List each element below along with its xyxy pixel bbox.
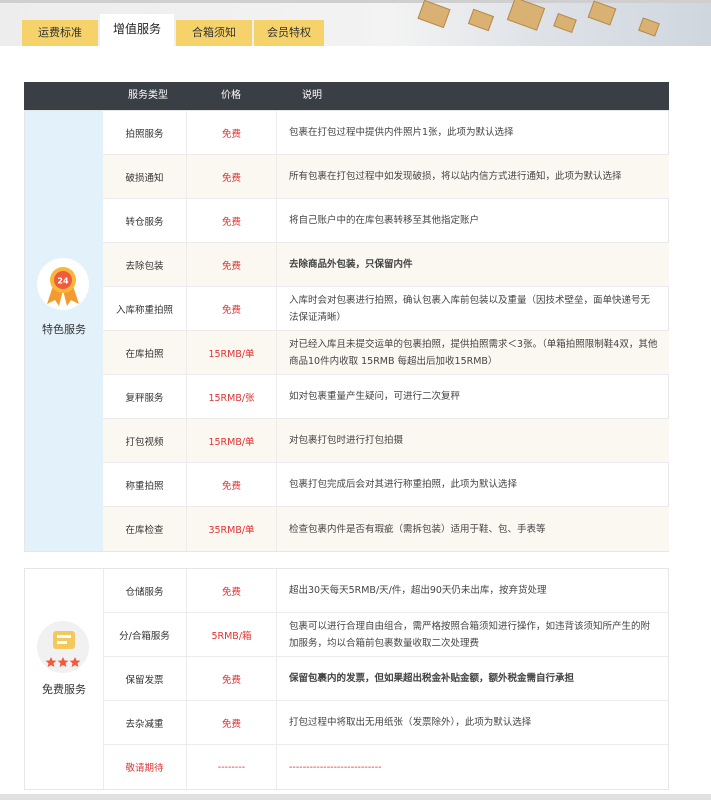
thumbs-up-stars-icon	[37, 621, 89, 673]
service-description: 包裹可以进行合理自由组合，需严格按照合箱须知进行操作，如违背该须知所产生的附加服…	[289, 620, 651, 649]
service-name: 复秤服务	[103, 375, 187, 418]
service-price: 15RMB/单	[187, 419, 277, 462]
service-name: 敬请期待	[103, 745, 187, 789]
service-price: 15RMB/张	[187, 375, 277, 418]
featured-services-section: 24 特色服务 拍照服务 免费 包裹在打包过程中提供内件照片1张，此项为默认选择 破…	[24, 110, 669, 552]
service-description: 保留包裹内的发票，但如果超出税金补贴金额，额外税金需自行承担	[289, 673, 575, 684]
tab-member-benefits[interactable]: 会员特权	[254, 20, 324, 46]
table-row: 拍照服务 免费 包裹在打包过程中提供内件照片1张，此项为默认选择	[103, 111, 669, 155]
service-description: 超出30天每天5RMB/天/件，超出90天仍未出库，按弃货处理	[289, 585, 547, 596]
featured-services-title: 特色服务	[42, 323, 86, 336]
service-price: 5RMB/箱	[187, 613, 277, 656]
service-name: 仓储服务	[103, 569, 187, 612]
table-row: 入库称重拍照 免费 入库时会对包裹进行拍照，确认包裹入库前包装以及重量（因技术壁垒，…	[103, 287, 669, 331]
table-row: 在库检查 35RMB/单 检查包裹内件是否有瑕疵（需拆包装）适用于鞋、包、手表等	[103, 507, 669, 551]
service-price: 免费	[187, 463, 277, 506]
service-description: ---------------------------	[289, 761, 382, 773]
service-price: 免费	[187, 155, 277, 198]
medal-badge-icon: 24	[37, 258, 89, 310]
service-name: 破损通知	[103, 155, 187, 198]
badge-number: 24	[57, 277, 69, 286]
table-row: 称重拍照 免费 包裹打包完成后会对其进行称重拍照，此项为默认选择	[103, 463, 669, 507]
table-row: 在库拍照 15RMB/单 对已经入库且未提交运单的包裹拍照，提供拍照需求＜3张。（单…	[103, 331, 669, 375]
header-price: 价格	[221, 90, 241, 101]
tab-value-added-services[interactable]: 增值服务	[100, 14, 174, 46]
service-description: 打包过程中将取出无用纸张（发票除外），此项为默认选择	[289, 717, 532, 728]
service-description: 如对包裹重量产生疑问，可进行二次复秤	[289, 391, 461, 402]
service-description: 将自己账户中的在库包裹转移至其他指定账户	[289, 215, 480, 226]
service-price: 免费	[187, 657, 277, 700]
box-decoration	[506, 0, 546, 31]
featured-services-sidebar: 24 特色服务	[25, 111, 103, 551]
header-service-type: 服务类型	[128, 90, 168, 101]
service-price: 35RMB/单	[187, 507, 277, 551]
table-row: 去除包装 免费 去除商品外包装，只保留内件	[103, 243, 669, 287]
service-description: 包裹打包完成后会对其进行称重拍照，此项为默认选择	[289, 479, 518, 490]
service-price: 免费	[187, 287, 277, 330]
service-price: 15RMB/单	[187, 331, 277, 374]
tab-shipping-rates[interactable]: 运费标准	[22, 20, 98, 46]
service-price: --------	[187, 745, 277, 789]
service-name: 在库检查	[103, 507, 187, 551]
table-row: 打包视频 15RMB/单 对包裹打包时进行打包拍摄	[103, 419, 669, 463]
table-row: 转仓服务 免费 将自己账户中的在库包裹转移至其他指定账户	[103, 199, 669, 243]
table-row: 保留发票 免费 保留包裹内的发票，但如果超出税金补贴金额，额外税金需自行承担	[103, 657, 669, 701]
banner-header: 运费标准 增值服务 合箱须知 会员特权	[0, 0, 711, 46]
service-price: 免费	[187, 701, 277, 744]
service-price: 免费	[187, 243, 277, 286]
service-description: 入库时会对包裹进行拍照，确认包裹入库前包装以及重量（因技术壁垒，面单快递号无法保…	[289, 294, 651, 323]
bottom-border	[0, 794, 711, 800]
table-row: 仓储服务 免费 超出30天每天5RMB/天/件，超出90天仍未出库，按弃货处理	[103, 569, 669, 613]
box-decoration	[638, 17, 660, 37]
service-description: 检查包裹内件是否有瑕疵（需拆包装）适用于鞋、包、手表等	[289, 523, 546, 535]
box-decoration	[587, 0, 617, 26]
service-name: 打包视频	[103, 419, 187, 462]
service-description: 去除商品外包装，只保留内件	[289, 259, 413, 270]
service-description: 对包裹打包时进行打包拍摄	[289, 435, 404, 446]
service-name: 在库拍照	[103, 331, 187, 374]
box-decoration	[553, 13, 577, 33]
service-description: 所有包裹在打包过程中如发现破损，将以站内信方式进行通知，此项为默认选择	[289, 171, 622, 182]
service-description: 对已经入库且未提交运单的包裹拍照，提供拍照需求＜3张。（单箱拍照限制鞋4双，其他…	[289, 338, 658, 367]
service-description: 包裹在打包过程中提供内件照片1张，此项为默认选择	[289, 127, 514, 138]
table-row: 复秤服务 15RMB/张 如对包裹重量产生疑问，可进行二次复秤	[103, 375, 669, 419]
header-description: 说明	[302, 90, 322, 101]
service-price: 免费	[187, 199, 277, 242]
top-border	[0, 0, 711, 3]
service-price: 免费	[187, 111, 277, 154]
box-decoration	[417, 0, 451, 29]
service-name: 保留发票	[103, 657, 187, 700]
service-name: 拍照服务	[103, 111, 187, 154]
page: 运费标准 增值服务 合箱须知 会员特权 服务类型 价格 说明 24 特色服务 拍…	[0, 0, 711, 800]
free-services-sidebar: 免费服务	[25, 569, 104, 789]
service-name: 入库称重拍照	[103, 287, 187, 330]
service-name: 去杂减重	[103, 701, 187, 744]
tab-consolidation-notes[interactable]: 合箱须知	[176, 20, 252, 46]
service-name: 称重拍照	[103, 463, 187, 506]
service-price: 免费	[187, 569, 277, 612]
table-row: 敬请期待 -------- ---------------------------	[103, 745, 669, 789]
box-decoration	[467, 8, 495, 32]
table-row: 去杂减重 免费 打包过程中将取出无用纸张（发票除外），此项为默认选择	[103, 701, 669, 745]
service-name: 转仓服务	[103, 199, 187, 242]
free-services-section: 免费服务 仓储服务 免费 超出30天每天5RMB/天/件，超出90天仍未出库，按弃货…	[24, 568, 669, 790]
service-name: 分/合箱服务	[103, 613, 187, 656]
table-row: 分/合箱服务 5RMB/箱 包裹可以进行合理自由组合，需严格按照合箱须知进行操作，如…	[103, 613, 669, 657]
free-services-title: 免费服务	[42, 683, 86, 696]
table-header: 服务类型 价格 说明	[24, 82, 669, 110]
table-row: 破损通知 免费 所有包裹在打包过程中如发现破损，将以站内信方式进行通知，此项为默认选…	[103, 155, 669, 199]
service-name: 去除包装	[103, 243, 187, 286]
